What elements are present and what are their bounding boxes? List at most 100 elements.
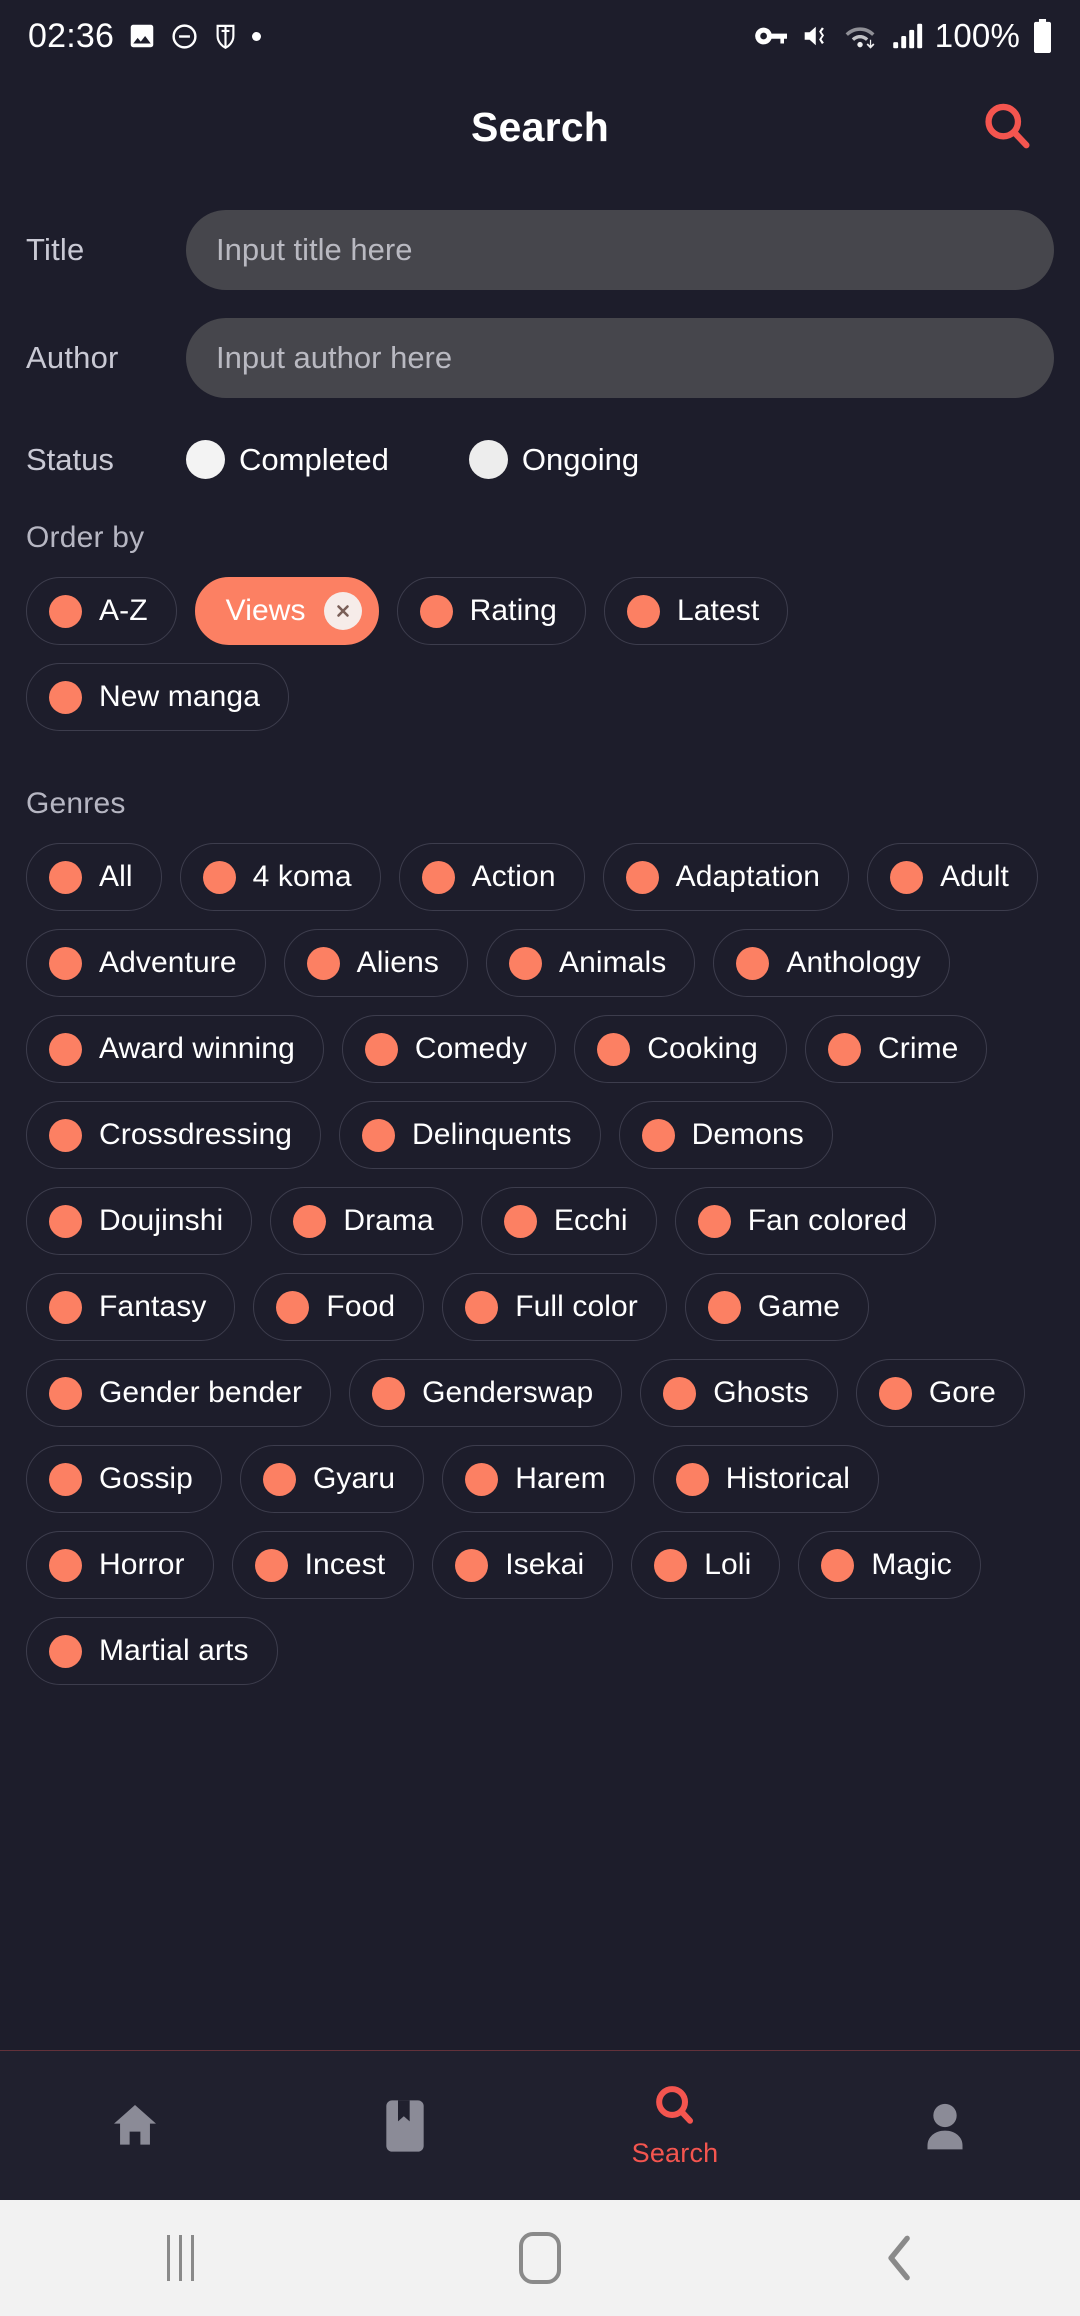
chip-label: Anthology bbox=[786, 946, 921, 979]
chip-dot-icon bbox=[890, 860, 924, 894]
chip-dot-icon bbox=[364, 1032, 398, 1066]
chip-label: Demons bbox=[691, 1118, 804, 1151]
chip-new-manga[interactable]: New manga bbox=[26, 663, 289, 731]
chip-award-winning[interactable]: Award winning bbox=[26, 1015, 324, 1083]
chip-dot-icon bbox=[675, 1462, 709, 1496]
chip-full-color[interactable]: Full color bbox=[442, 1273, 667, 1341]
chip-gyaru[interactable]: Gyaru bbox=[239, 1445, 425, 1513]
chip-label: Martial arts bbox=[99, 1634, 249, 1667]
chip-delinquents[interactable]: Delinquents bbox=[339, 1101, 601, 1169]
chip-dot-icon bbox=[641, 1118, 675, 1152]
chip-dot-icon bbox=[254, 1548, 288, 1582]
chip-fan-colored[interactable]: Fan colored bbox=[674, 1187, 937, 1255]
search-icon bbox=[656, 2086, 694, 2124]
chip-gossip[interactable]: Gossip bbox=[26, 1445, 222, 1513]
chip-game[interactable]: Game bbox=[684, 1273, 870, 1341]
search-icon[interactable] bbox=[974, 94, 1040, 160]
chip-isekai[interactable]: Isekai bbox=[432, 1531, 614, 1599]
chip-latest[interactable]: Latest bbox=[603, 577, 789, 645]
order-by-title: Order by bbox=[26, 521, 145, 554]
nav-item-library[interactable] bbox=[270, 2051, 540, 2200]
android-home-button[interactable] bbox=[360, 2232, 720, 2284]
chip-label: Genderswap bbox=[422, 1376, 594, 1409]
chip-label: Harem bbox=[515, 1462, 606, 1495]
chip-food[interactable]: Food bbox=[253, 1273, 425, 1341]
search-filters-scroll[interactable]: Title Author Status Completed Ongoing Or… bbox=[0, 182, 1080, 2050]
chip-comedy[interactable]: Comedy bbox=[341, 1015, 557, 1083]
recents-icon bbox=[166, 2235, 194, 2281]
nav-item-search[interactable]: Search bbox=[540, 2051, 810, 2200]
chip-magic[interactable]: Magic bbox=[798, 1531, 981, 1599]
chip-crime[interactable]: Crime bbox=[804, 1015, 988, 1083]
chip-action[interactable]: Action bbox=[398, 843, 585, 911]
chip-label: Fan colored bbox=[747, 1204, 908, 1237]
chip-loli[interactable]: Loli bbox=[631, 1531, 781, 1599]
chip-label: Adult bbox=[940, 860, 1009, 893]
chip-label: Aliens bbox=[356, 946, 439, 979]
chip-a-z[interactable]: A-Z bbox=[26, 577, 177, 645]
chip-gender-bender[interactable]: Gender bender bbox=[26, 1359, 332, 1427]
close-icon[interactable] bbox=[323, 592, 362, 630]
chip-historical[interactable]: Historical bbox=[652, 1445, 880, 1513]
chip-cooking[interactable]: Cooking bbox=[574, 1015, 787, 1083]
nav-item-home[interactable] bbox=[0, 2051, 270, 2200]
android-navigation-bar bbox=[0, 2200, 1080, 2316]
chip-doujinshi[interactable]: Doujinshi bbox=[26, 1187, 253, 1255]
title-input[interactable] bbox=[186, 210, 1054, 290]
chip-dot-icon bbox=[49, 1462, 82, 1496]
chip-drama[interactable]: Drama bbox=[270, 1187, 463, 1255]
status-option-completed[interactable]: Completed bbox=[186, 440, 389, 479]
chip-ecchi[interactable]: Ecchi bbox=[480, 1187, 657, 1255]
chip-4-koma[interactable]: 4 koma bbox=[179, 843, 381, 911]
back-icon bbox=[888, 2235, 910, 2281]
wifi-transfer-icon bbox=[845, 27, 875, 49]
chip-fantasy[interactable]: Fantasy bbox=[26, 1273, 236, 1341]
chip-animals[interactable]: Animals bbox=[485, 929, 696, 997]
chip-martial-arts[interactable]: Martial arts bbox=[26, 1617, 278, 1685]
chip-dot-icon bbox=[597, 1032, 631, 1066]
mute-vibrate-icon bbox=[804, 26, 824, 46]
person-icon bbox=[927, 2103, 963, 2149]
chip-adaptation[interactable]: Adaptation bbox=[602, 843, 850, 911]
chip-views[interactable]: Views bbox=[194, 577, 379, 645]
chip-incest[interactable]: Incest bbox=[231, 1531, 415, 1599]
chip-dot-icon bbox=[827, 1032, 861, 1066]
status-option-label: Ongoing bbox=[521, 441, 640, 477]
chip-label: New manga bbox=[99, 680, 260, 713]
chip-label: Latest bbox=[676, 594, 760, 627]
chip-all[interactable]: All bbox=[26, 843, 162, 911]
chip-label: Adventure bbox=[99, 946, 237, 979]
android-recents-button[interactable] bbox=[0, 2235, 360, 2281]
chip-gore[interactable]: Gore bbox=[855, 1359, 1025, 1427]
author-input[interactable] bbox=[186, 318, 1054, 398]
status-option-ongoing[interactable]: Ongoing bbox=[468, 440, 640, 479]
chip-rating[interactable]: Rating bbox=[396, 577, 586, 645]
status-label: Status bbox=[26, 441, 114, 477]
chip-horror[interactable]: Horror bbox=[26, 1531, 214, 1599]
chip-ghosts[interactable]: Ghosts bbox=[640, 1359, 838, 1427]
chip-dot-icon bbox=[707, 1290, 741, 1324]
status-bar: 02:36 100% bbox=[0, 0, 1080, 72]
chip-dot-icon bbox=[49, 1118, 82, 1152]
chip-dot-icon bbox=[202, 860, 236, 894]
chip-harem[interactable]: Harem bbox=[442, 1445, 635, 1513]
android-back-button[interactable] bbox=[720, 2233, 1080, 2283]
genres-chip-group: All 4 koma Action Adaptation Adult Adventure A… bbox=[26, 843, 1054, 1685]
chip-dot-icon bbox=[419, 594, 453, 628]
chip-adventure[interactable]: Adventure bbox=[26, 929, 266, 997]
chip-aliens[interactable]: Aliens bbox=[283, 929, 468, 997]
chip-genderswap[interactable]: Genderswap bbox=[349, 1359, 623, 1427]
chip-crossdressing[interactable]: Crossdressing bbox=[26, 1101, 322, 1169]
chip-label: Adaptation bbox=[675, 860, 821, 893]
home-icon bbox=[114, 2104, 156, 2145]
chip-demons[interactable]: Demons bbox=[618, 1101, 833, 1169]
chip-adult[interactable]: Adult bbox=[867, 843, 1038, 911]
chip-dot-icon bbox=[49, 1032, 82, 1066]
chip-dot-icon bbox=[49, 1290, 82, 1324]
radio-knob-icon bbox=[468, 440, 508, 479]
chip-label: Animals bbox=[558, 946, 667, 979]
chip-anthology[interactable]: Anthology bbox=[713, 929, 950, 997]
nav-item-profile[interactable] bbox=[810, 2051, 1080, 2200]
battery-percent: 100% bbox=[934, 17, 1020, 54]
chip-label: Gender bender bbox=[99, 1376, 303, 1409]
